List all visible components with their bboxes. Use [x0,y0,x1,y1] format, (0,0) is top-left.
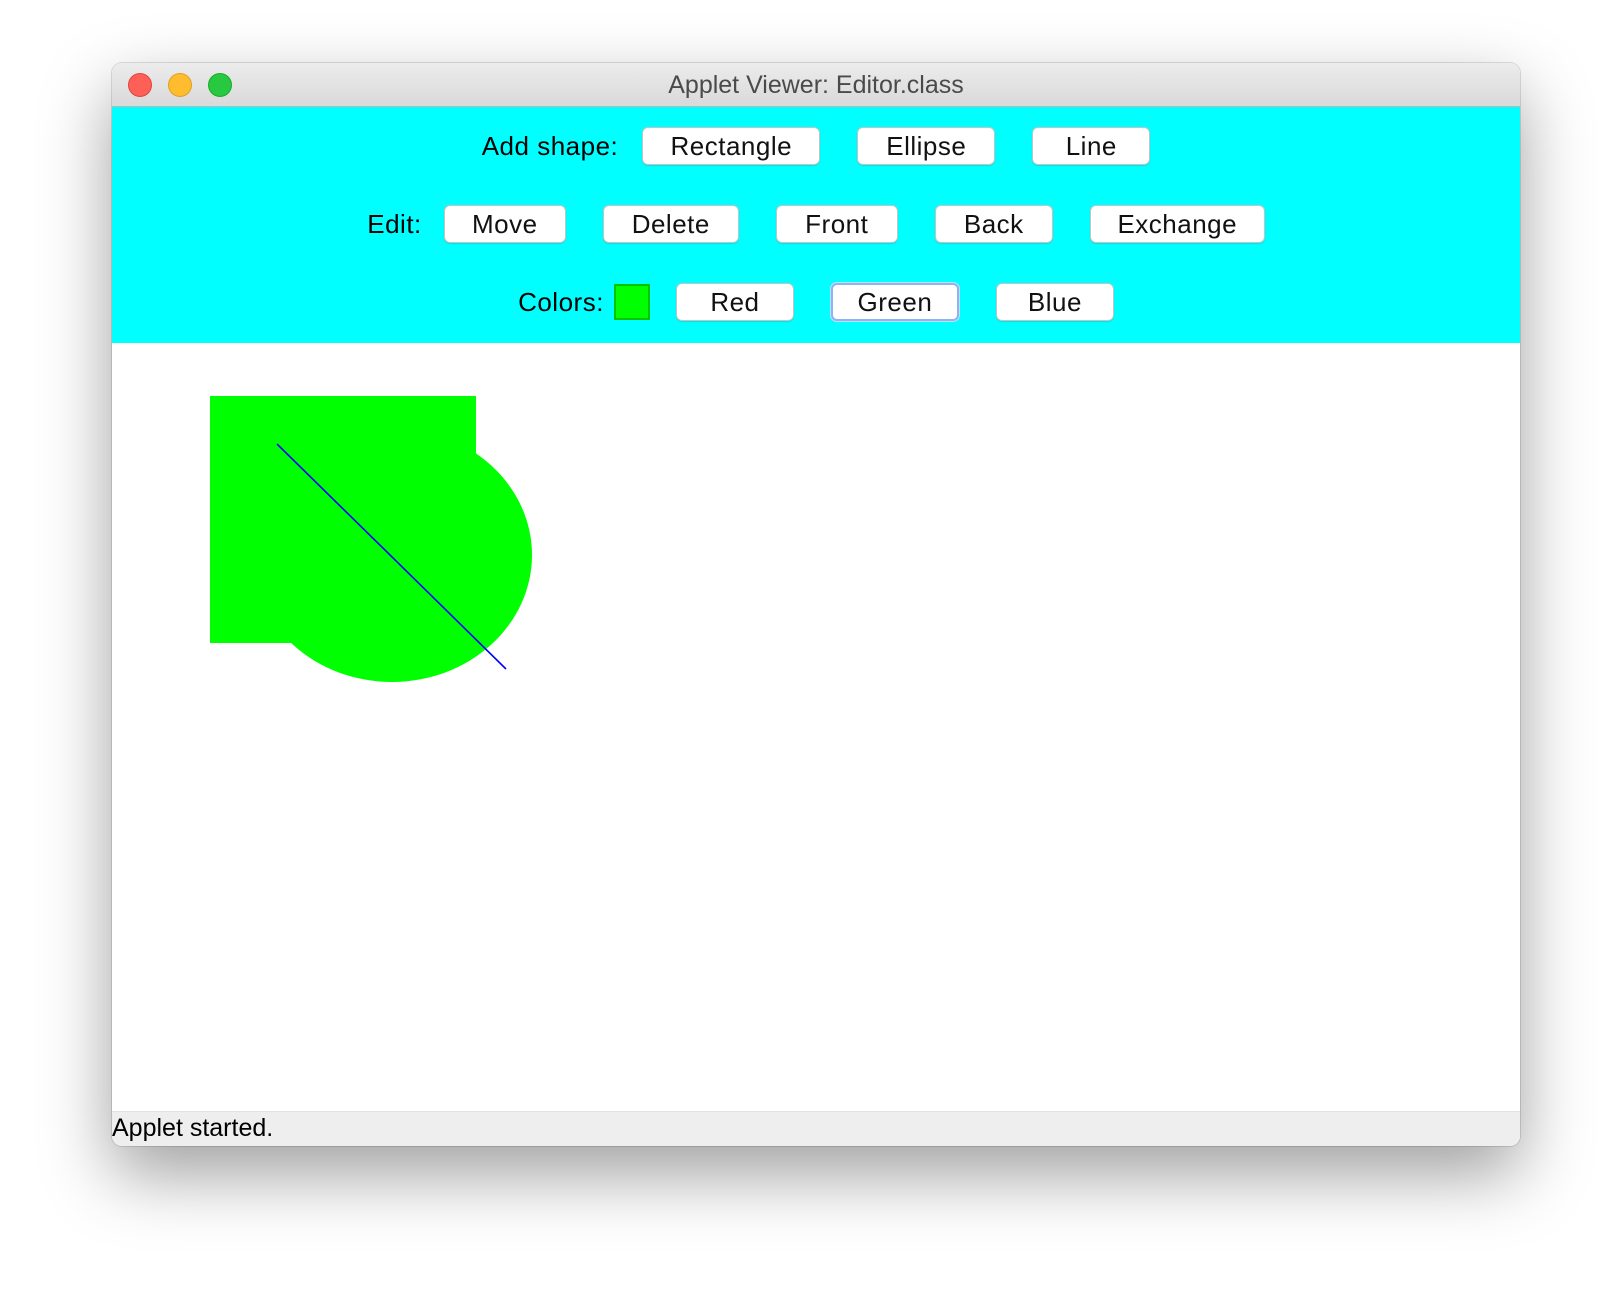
add-shape-label: Add shape: [481,130,619,161]
edit-row: Edit: Move Delete Front Back Exchange [112,203,1520,245]
title-bar[interactable]: Applet Viewer: Editor.class [112,63,1520,107]
back-button[interactable]: Back [934,205,1053,243]
front-button[interactable]: Front [775,205,898,243]
red-button[interactable]: Red [675,283,794,321]
colors-label: Colors: [518,286,604,317]
control-panel: Add shape: Rectangle Ellipse Line Edit: … [112,107,1520,343]
rectangle-button[interactable]: Rectangle [642,127,821,165]
canvas-svg [210,396,532,682]
ellipse-shape[interactable] [252,428,532,682]
blue-button[interactable]: Blue [995,283,1114,321]
current-color-swatch [613,284,650,320]
window-title: Applet Viewer: Editor.class [668,71,964,99]
ellipse-button[interactable]: Ellipse [857,127,996,165]
exchange-button[interactable]: Exchange [1089,205,1265,243]
delete-button[interactable]: Delete [602,205,739,243]
edit-label: Edit: [367,208,422,239]
add-shape-row: Add shape: Rectangle Ellipse Line [112,125,1520,167]
green-button[interactable]: Green [830,283,959,321]
line-button[interactable]: Line [1032,127,1151,165]
move-button[interactable]: Move [443,205,566,243]
drawing-canvas[interactable] [112,343,1520,1111]
colors-row: Colors: Red Green Blue [112,281,1520,323]
applet-viewer-window: Applet Viewer: Editor.class Add shape: R… [112,63,1520,1146]
status-bar: Applet started. [112,1111,1520,1146]
